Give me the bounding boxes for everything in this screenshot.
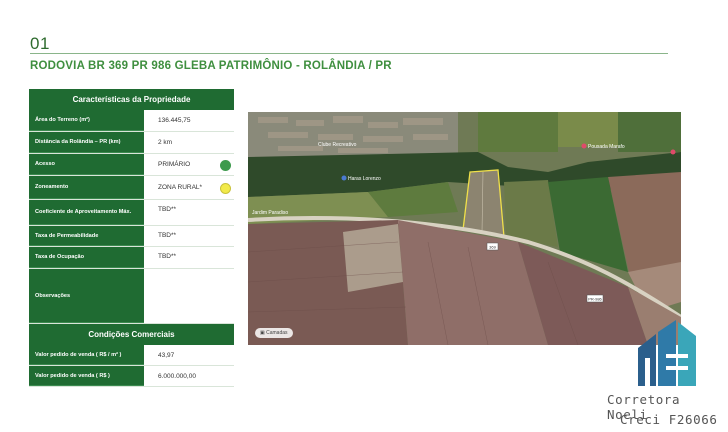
pin-icon[interactable] bbox=[581, 143, 587, 149]
row-value bbox=[144, 269, 234, 323]
row-value: 2 km bbox=[144, 132, 234, 153]
row-value-cell: ZONA RURAL* bbox=[144, 176, 234, 199]
row-value: TBD** bbox=[144, 247, 234, 268]
slide-title: RODOVIA BR 369 PR 986 GLEBA PATRIMÔNIO -… bbox=[30, 60, 392, 72]
brand-creci: Creci F26066 bbox=[620, 412, 718, 427]
pin-icon[interactable] bbox=[341, 175, 347, 181]
row-label: Área do Terreno (m²) bbox=[29, 110, 144, 131]
row-value: 43,97 bbox=[144, 345, 234, 365]
row-value: PRIMÁRIO bbox=[158, 161, 191, 168]
status-dot-icon bbox=[220, 159, 231, 171]
table-row: Valor pedido de venda ( R$ ) 6.000.000,0… bbox=[29, 366, 234, 387]
row-label: Zoneamento bbox=[29, 176, 144, 199]
row-value: ZONA RURAL* bbox=[158, 184, 203, 191]
row-label: Valor pedido de venda ( R$ / m² ) bbox=[29, 345, 144, 365]
map-label-clube: Clube Recreativo bbox=[318, 142, 357, 148]
table-row: Distância da Rolândia – PR (km) 2 km bbox=[29, 132, 234, 154]
brand-logo bbox=[638, 320, 696, 386]
row-value-cell: PRIMÁRIO bbox=[144, 154, 234, 175]
road-shield-pr986: PR-986 bbox=[588, 297, 602, 302]
row-label: Coeficiente de Aproveitamento Máx. bbox=[29, 200, 144, 225]
table-row: Área do Terreno (m²) 136.445,75 bbox=[29, 110, 234, 132]
road-shield-369: 369 bbox=[489, 245, 496, 250]
slide-number: 01 bbox=[30, 34, 50, 53]
row-label: Taxa de Ocupação bbox=[29, 247, 144, 268]
map-label-pousada: Pousada Marafo bbox=[588, 144, 625, 150]
table-row: Coeficiente de Aproveitamento Máx. TBD** bbox=[29, 200, 234, 226]
satellite-map[interactable]: 369 PR-986 Clube Recreativo Haras Lorenz… bbox=[248, 112, 681, 345]
row-value: TBD** bbox=[144, 226, 234, 246]
table-row: Zoneamento ZONA RURAL* bbox=[29, 176, 234, 200]
row-value: 6.000.000,00 bbox=[144, 366, 234, 386]
row-label: Acesso bbox=[29, 154, 144, 175]
map-label-parque: Jardim Paradiso bbox=[252, 210, 288, 216]
property-table: Características da Propriedade Área do T… bbox=[29, 89, 234, 387]
table-row: Valor pedido de venda ( R$ / m² ) 43,97 bbox=[29, 345, 234, 366]
table-row: Taxa de Ocupação TBD** bbox=[29, 247, 234, 269]
property-table-header: Características da Propriedade bbox=[29, 89, 234, 110]
layers-button[interactable]: ▣ Camadas bbox=[255, 328, 293, 338]
row-label: Taxa de Permeabilidade bbox=[29, 226, 144, 246]
pin-icon[interactable] bbox=[670, 149, 676, 155]
map-label-haras: Haras Lorenzo bbox=[348, 176, 381, 182]
layers-label: Camadas bbox=[266, 330, 288, 336]
row-label: Valor pedido de venda ( R$ ) bbox=[29, 366, 144, 386]
table-row: Acesso PRIMÁRIO bbox=[29, 154, 234, 176]
row-value: TBD** bbox=[144, 200, 234, 225]
commercial-table-header: Condições Comerciais bbox=[29, 324, 234, 345]
status-dot-icon bbox=[220, 182, 231, 194]
table-row: Taxa de Permeabilidade TBD** bbox=[29, 226, 234, 247]
satellite-image: 369 PR-986 Clube Recreativo Haras Lorenz… bbox=[248, 112, 681, 345]
row-value: 136.445,75 bbox=[144, 110, 234, 131]
title-rule bbox=[30, 53, 668, 54]
row-label: Observações bbox=[29, 269, 144, 323]
table-row: Observações bbox=[29, 269, 234, 324]
row-label: Distância da Rolândia – PR (km) bbox=[29, 132, 144, 153]
